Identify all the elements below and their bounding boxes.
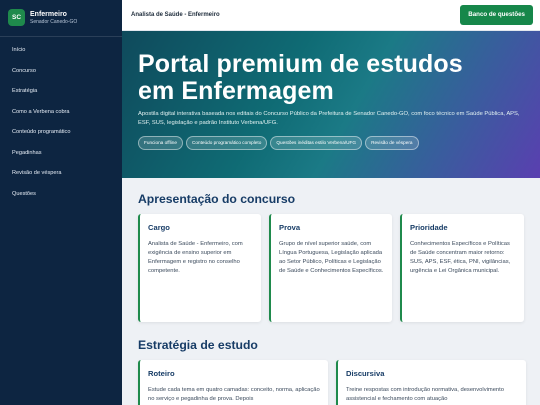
sidebar-item-estrategia[interactable]: Estratégia bbox=[0, 81, 122, 102]
section-title-strategy: Estratégia de estudo bbox=[138, 338, 258, 352]
hero-title-line-2: em Enfermagem bbox=[138, 76, 334, 105]
card-title: Prova bbox=[279, 223, 301, 232]
sidebar-item-questoes[interactable]: Questões bbox=[0, 184, 122, 205]
card-prioridade: Prioridade Conhecimentos Específicos e P… bbox=[400, 214, 524, 322]
hero-title-line-1: Portal premium de estudos bbox=[138, 50, 463, 78]
card-text: Grupo de nível superior saúde, com Língu… bbox=[279, 241, 384, 274]
card-text: Analista de Saúde - Enfermeiro, com exig… bbox=[148, 241, 243, 274]
section-title-overview: Apresentação do concurso bbox=[138, 192, 296, 206]
sidebar-item-pegadinhas[interactable]: Pegadinhas bbox=[0, 143, 122, 164]
card-title: Cargo bbox=[148, 223, 170, 232]
card-discursiva: Discursiva Treine respostas com introduç… bbox=[336, 360, 526, 405]
overview-cards: Cargo Analista de Saúde - Enfermeiro, co… bbox=[138, 214, 526, 322]
top-header: Analista de Saúde - Enfermeiro Banco de … bbox=[122, 0, 540, 31]
main-content: Apresentação do concurso Cargo Analista … bbox=[122, 178, 540, 405]
brand-logo: SC bbox=[8, 9, 25, 26]
chip-syllabus: Conteúdo programático completo bbox=[186, 136, 268, 150]
card-text: Treine respostas com introdução normativ… bbox=[346, 387, 504, 402]
card-cargo: Cargo Analista de Saúde - Enfermeiro, co… bbox=[138, 214, 261, 322]
sidebar-nav: Início Concurso Estratégia Como a Verben… bbox=[0, 40, 122, 204]
hero-chips: Funciona offline Conteúdo programático c… bbox=[138, 136, 524, 150]
card-title: Roteiro bbox=[148, 369, 175, 378]
question-bank-button[interactable]: Banco de questões bbox=[460, 5, 533, 25]
card-prova: Prova Grupo de nível superior saúde, com… bbox=[269, 214, 392, 322]
chip-review: Revisão de véspera bbox=[365, 136, 419, 150]
hero-title: Portal premium de estudos em Enfermagem bbox=[138, 51, 524, 104]
chip-questions: Questões inéditas estilo Verbena/UFG bbox=[270, 136, 363, 150]
hero-description: Apostila digital interativa baseada nos … bbox=[138, 111, 520, 126]
sidebar-item-concurso[interactable]: Concurso bbox=[0, 61, 122, 82]
sidebar-item-conteudo-programatico[interactable]: Conteúdo programático bbox=[0, 122, 122, 143]
strategy-cards: Roteiro Estude cada tema em quatro camad… bbox=[138, 360, 526, 405]
chip-offline: Funciona offline bbox=[138, 136, 184, 150]
brand-title: Enfermeiro bbox=[30, 10, 67, 18]
sidebar: SC Enfermeiro Senador Canedo-GO Início C… bbox=[0, 0, 122, 405]
sidebar-item-inicio[interactable]: Início bbox=[0, 40, 122, 61]
card-text: Conhecimentos Específicos e Políticas de… bbox=[410, 241, 511, 274]
header-title: Analista de Saúde - Enfermeiro bbox=[131, 12, 220, 18]
card-title: Prioridade bbox=[410, 223, 448, 232]
brand-subtitle: Senador Canedo-GO bbox=[30, 18, 78, 25]
hero-banner: Portal premium de estudos em Enfermagem … bbox=[122, 31, 540, 178]
brand[interactable]: SC Enfermeiro Senador Canedo-GO bbox=[0, 0, 122, 37]
sidebar-item-revisao-de-vespera[interactable]: Revisão de véspera bbox=[0, 163, 122, 184]
card-title: Discursiva bbox=[346, 369, 385, 378]
card-roteiro: Roteiro Estude cada tema em quatro camad… bbox=[138, 360, 328, 405]
card-text: Estude cada tema em quatro camadas: conc… bbox=[148, 387, 320, 402]
sidebar-item-como-a-verbena-cobra[interactable]: Como a Verbena cobra bbox=[0, 102, 122, 123]
